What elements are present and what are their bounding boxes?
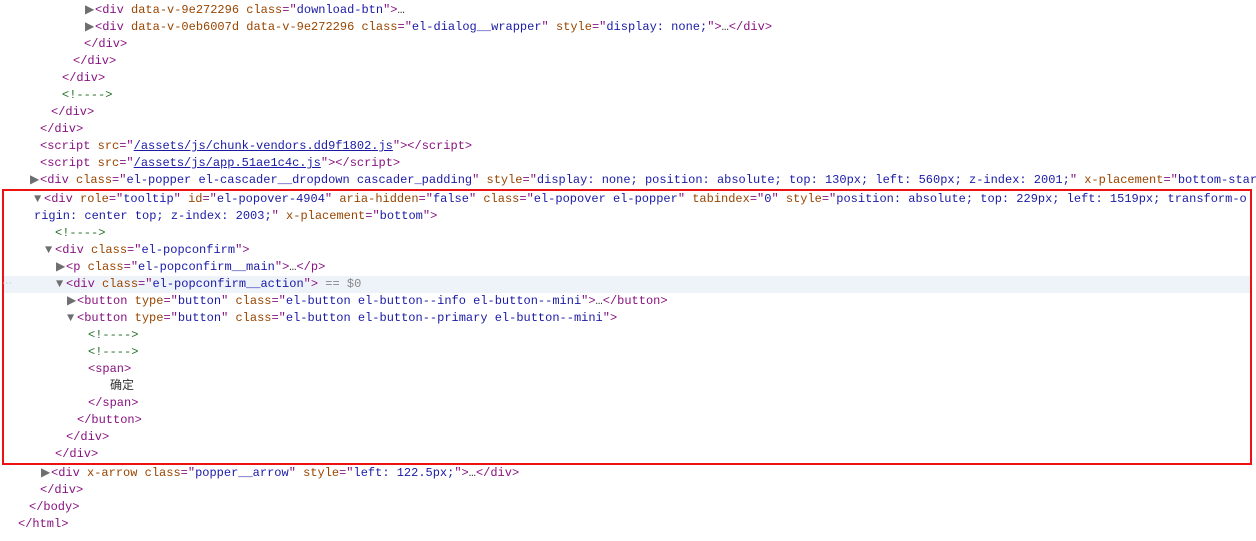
dom-node[interactable]: </span> <box>4 395 1250 412</box>
expand-toggle[interactable]: ▶ <box>85 19 95 36</box>
dom-node[interactable]: <span> <box>4 361 1250 378</box>
dom-node[interactable]: </body> <box>0 499 1256 516</box>
dom-node[interactable]: ▶<button type="button" class="el-button … <box>4 293 1250 310</box>
expand-toggle[interactable]: ▶ <box>67 293 77 310</box>
dom-node[interactable]: ⋯▼<div class="el-popconfirm__action"> ==… <box>4 276 1250 293</box>
dom-node[interactable]: ▶<div class="el-popper el-cascader__drop… <box>0 172 1256 189</box>
dom-node[interactable]: </html> <box>0 516 1256 533</box>
dom-node[interactable]: ▶<div data-v-9e272296 class="download-bt… <box>0 2 1256 19</box>
dom-node[interactable]: <!----> <box>4 344 1250 361</box>
dom-node[interactable]: 确定 <box>4 378 1250 395</box>
expand-toggle[interactable]: ▶ <box>56 259 66 276</box>
expand-toggle[interactable]: ▶ <box>30 172 40 189</box>
dom-node[interactable]: <!----> <box>4 327 1250 344</box>
dom-node[interactable]: </div> <box>0 53 1256 70</box>
dom-node[interactable]: ▼<button type="button" class="el-button … <box>4 310 1250 327</box>
dom-node[interactable]: ▶<div x-arrow class="popper__arrow" styl… <box>0 465 1256 482</box>
dom-node[interactable]: </button> <box>4 412 1250 429</box>
highlight-region: ▼<div role="tooltip" id="el-popover-4904… <box>2 189 1252 465</box>
expand-toggle[interactable]: ▼ <box>45 242 55 259</box>
expand-toggle[interactable]: ▼ <box>67 310 77 327</box>
expand-toggle[interactable]: ▼ <box>34 191 44 208</box>
dom-node[interactable]: </div> <box>0 70 1256 87</box>
expand-toggle[interactable]: ▶ <box>85 2 95 19</box>
dom-node[interactable]: <!----> <box>4 225 1250 242</box>
dom-node[interactable]: </div> <box>0 482 1256 499</box>
dom-node[interactable]: ▶<p class="el-popconfirm__main">…</p> <box>4 259 1250 276</box>
dom-node[interactable]: </div> <box>0 36 1256 53</box>
dom-node[interactable]: ▶<div data-v-0eb6007d data-v-9e272296 cl… <box>0 19 1256 36</box>
dom-node[interactable]: </div> <box>0 121 1256 138</box>
dom-node[interactable]: <script src="/assets/js/chunk-vendors.dd… <box>0 138 1256 155</box>
dom-node[interactable]: <script src="/assets/js/app.51ae1c4c.js"… <box>0 155 1256 172</box>
dom-node[interactable]: </div> <box>4 429 1250 446</box>
expand-toggle[interactable]: ▶ <box>41 465 51 482</box>
dom-node[interactable]: </div> <box>4 446 1250 463</box>
dom-tree: ▶<div data-v-9e272296 class="download-bt… <box>0 0 1256 541</box>
dom-node[interactable]: ▼<div role="tooltip" id="el-popover-4904… <box>4 191 1250 225</box>
expand-toggle[interactable]: ▼ <box>56 276 66 293</box>
dom-node[interactable]: <!----> <box>0 87 1256 104</box>
dom-node[interactable]: </div> <box>0 104 1256 121</box>
breakpoint-gutter[interactable]: ⋯ <box>2 276 12 293</box>
dom-node[interactable]: ▼<div class="el-popconfirm"> <box>4 242 1250 259</box>
